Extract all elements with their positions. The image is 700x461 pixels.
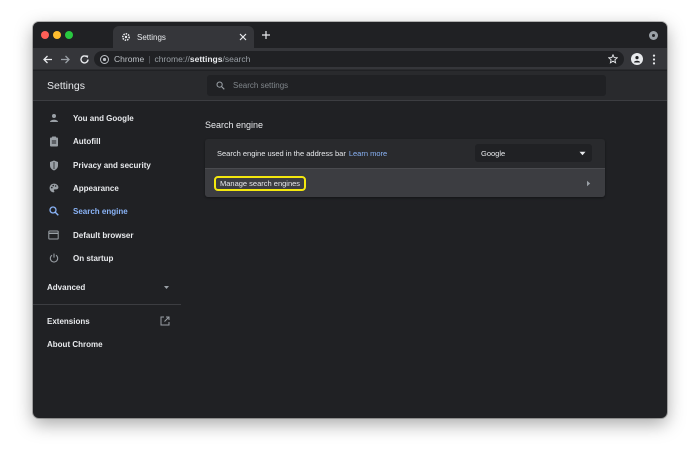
chip-separator: | [148,54,151,64]
reload-icon[interactable] [78,53,90,65]
advanced-label: Advanced [47,282,86,292]
search-icon [216,81,225,90]
sidebar-item-appearance[interactable]: Appearance [33,177,181,199]
browser-window-icon [48,230,59,241]
sidebar-item-label: Privacy and security [73,160,151,170]
gear-icon [121,32,131,42]
clipboard-icon [48,136,59,147]
about-label: About Chrome [47,339,103,349]
sidebar-item-label: On startup [73,253,114,263]
sidebar-item-extensions[interactable]: Extensions [33,310,181,332]
settings-header: Settings [33,71,667,101]
address-bar[interactable]: Chrome | chrome://settings/search [94,51,624,67]
minimize-window-button[interactable] [53,31,61,39]
chevron-down-icon [162,283,170,291]
url-scheme: chrome:// [154,54,190,64]
learn-more-link[interactable]: Learn more [349,149,387,158]
search-engine-card: Search engine used in the address bar Lea… [205,139,605,197]
sidebar-divider [33,304,181,305]
new-tab-icon[interactable] [261,30,271,40]
address-bar-engine-row: Search engine used in the address bar Lea… [205,139,605,168]
forward-arrow-icon[interactable] [59,53,71,65]
power-icon [48,253,59,264]
palette-icon [48,183,59,194]
url-path: /search [222,54,251,64]
dropdown-arrow-icon [579,150,586,157]
person-icon [48,113,59,124]
search-input[interactable] [233,81,573,90]
tab-settings[interactable]: Settings [113,26,254,48]
close-tab-icon[interactable] [238,32,248,42]
sidebar-item-on-startup[interactable]: On startup [33,247,181,269]
browser-toolbar: Chrome | chrome://settings/search [33,48,667,70]
manage-search-engines-row[interactable]: Manage search engines [205,168,605,197]
url-host: settings [189,54,223,64]
close-window-button[interactable] [41,31,49,39]
settings-search-box[interactable] [207,75,606,96]
extensions-label: Extensions [47,316,90,326]
back-arrow-icon[interactable] [41,53,53,65]
search-icon [48,206,59,217]
tab-strip: Settings [33,22,667,48]
dropdown-selected-value: Google [481,148,506,158]
profile-avatar-icon[interactable] [631,53,643,65]
chrome-logo-icon [100,54,109,64]
external-link-icon [160,316,170,326]
maximize-window-button[interactable] [65,31,73,39]
site-chip: Chrome [114,54,145,64]
sidebar-item-label: Autofill [73,136,101,146]
address-bar-engine-text: Search engine used in the address bar [217,149,346,158]
sidebar-item-label: Default browser [73,230,134,240]
sidebar-item-label: Search engine [73,206,128,216]
sidebar-item-autofill[interactable]: Autofill [33,130,181,152]
sidebar-item-about-chrome[interactable]: About Chrome [33,333,181,355]
sidebar-item-search-engine[interactable]: Search engine [33,200,181,222]
sidebar-item-label: You and Google [73,113,134,123]
shield-icon [48,160,59,171]
sidebar-item-default-browser[interactable]: Default browser [33,224,181,246]
section-title: Search engine [205,120,264,130]
profile-indicator-icon[interactable] [649,31,658,40]
kebab-menu-icon[interactable] [649,53,659,65]
sidebar-item-you-and-google[interactable]: You and Google [33,107,181,129]
address-bar-engine-label: Search engine used in the address bar Lea… [217,149,387,158]
sidebar-advanced-toggle[interactable]: Advanced [33,276,181,298]
manage-search-engines-label: Manage search engines [214,176,307,191]
settings-sidebar: You and Google Autofill Privacy and secu… [33,102,181,418]
chevron-right-icon [585,180,591,187]
browser-window: Settings Chrome | chrome://settings/sear… [33,22,667,418]
url-text: chrome://settings/search [154,54,250,64]
sidebar-item-privacy-and-security[interactable]: Privacy and security [33,154,181,176]
tab-title: Settings [137,32,166,42]
bookmark-star-icon[interactable] [608,54,618,64]
page-title: Settings [47,80,85,92]
search-engine-dropdown[interactable]: Google [475,144,592,162]
sidebar-item-label: Appearance [73,183,119,193]
